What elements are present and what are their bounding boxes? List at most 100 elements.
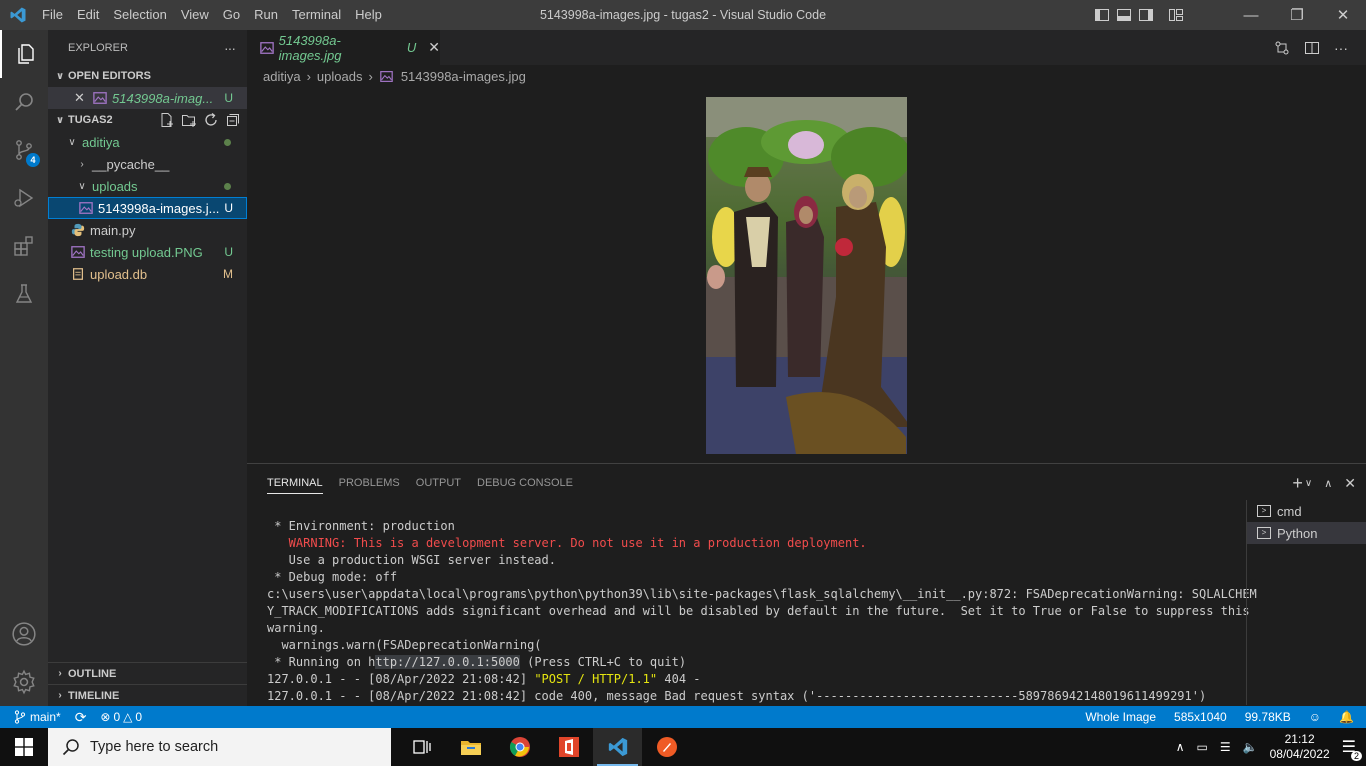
- close-editor-icon[interactable]: ✕: [74, 90, 90, 106]
- terminal-item-python[interactable]: > Python: [1247, 522, 1366, 544]
- breadcrumb-item[interactable]: 5143998a-images.jpg: [401, 69, 526, 84]
- tab-problems[interactable]: PROBLEMS: [339, 464, 400, 502]
- menu-go[interactable]: Go: [216, 0, 247, 30]
- chrome-icon[interactable]: [495, 728, 544, 766]
- image-file-icon: [92, 90, 108, 106]
- action-center-icon[interactable]: ☰ 2: [1342, 737, 1362, 761]
- testing-flask-icon[interactable]: [0, 270, 48, 318]
- file-explorer-icon[interactable]: [446, 728, 495, 766]
- manage-gear-icon[interactable]: [0, 658, 48, 706]
- terminal-line: 127.0.0.1 - - [08/Apr/2022 21:08:42] cod…: [267, 689, 1207, 703]
- branch-status[interactable]: main*: [14, 710, 61, 724]
- close-tab-icon[interactable]: ✕: [428, 39, 440, 56]
- close-panel-icon[interactable]: ✕: [1344, 475, 1356, 492]
- tree-item-main-py[interactable]: main.py: [48, 219, 247, 241]
- explorer-icon[interactable]: [0, 30, 48, 78]
- sync-icon[interactable]: ⟳: [75, 709, 87, 726]
- wifi-icon[interactable]: ☰: [1220, 740, 1231, 754]
- battery-icon[interactable]: ▭: [1197, 740, 1208, 754]
- office-app-icon[interactable]: [544, 728, 593, 766]
- menu-edit[interactable]: Edit: [70, 0, 106, 30]
- clock[interactable]: 21:12 08/04/2022: [1270, 732, 1330, 762]
- tree-item-pycache[interactable]: › __pycache__: [48, 153, 247, 175]
- activity-bar: 4: [0, 30, 48, 706]
- editor-tab-image[interactable]: 5143998a-images.jpg U ✕: [247, 30, 440, 65]
- tab-debug-console[interactable]: DEBUG CONSOLE: [477, 464, 573, 502]
- split-editor-icon[interactable]: [1304, 40, 1320, 56]
- vscode-taskbar-icon[interactable]: [593, 728, 642, 766]
- feedback-icon[interactable]: ☺: [1309, 710, 1321, 724]
- menu-run[interactable]: Run: [247, 0, 285, 30]
- open-editor-item[interactable]: ✕ 5143998a-imag... U: [48, 87, 247, 109]
- open-editors-header[interactable]: ∨ OPEN EDITORS: [48, 65, 247, 87]
- tab-terminal[interactable]: TERMINAL: [267, 464, 323, 502]
- new-terminal-icon[interactable]: +: [1292, 473, 1303, 494]
- tree-item-upload-db[interactable]: upload.db M: [48, 263, 247, 285]
- menu-help[interactable]: Help: [348, 0, 389, 30]
- menu-selection[interactable]: Selection: [106, 0, 173, 30]
- close-window-icon[interactable]: ✕: [1320, 0, 1366, 30]
- menu-view[interactable]: View: [174, 0, 216, 30]
- explorer-toolbar: [159, 112, 247, 128]
- new-file-icon[interactable]: [159, 112, 175, 128]
- volume-icon[interactable]: 🔈: [1243, 740, 1258, 754]
- tree-status: U: [224, 245, 233, 259]
- clock-date: 08/04/2022: [1269, 747, 1330, 761]
- open-changes-icon[interactable]: [1274, 40, 1290, 56]
- customize-layout-icon[interactable]: [1168, 7, 1184, 23]
- chevron-down-icon[interactable]: ∨: [1305, 478, 1312, 489]
- vscode-logo-icon: [0, 0, 35, 30]
- breadcrumb-item[interactable]: uploads: [317, 69, 363, 84]
- outline-header[interactable]: › OUTLINE: [48, 662, 247, 684]
- explorer-more-icon[interactable]: ···: [224, 40, 236, 56]
- menu-terminal[interactable]: Terminal: [285, 0, 348, 30]
- notifications-bell-icon[interactable]: 🔔: [1339, 710, 1354, 724]
- terminal-output[interactable]: * Environment: production WARNING: This …: [267, 518, 1257, 705]
- panel-tabs: TERMINAL PROBLEMS OUTPUT DEBUG CONSOLE: [247, 464, 1366, 502]
- tugas2-folder-header[interactable]: ∨ TUGAS2: [48, 109, 247, 131]
- maximize-panel-icon[interactable]: ∧: [1324, 477, 1332, 490]
- extensions-icon[interactable]: [0, 222, 48, 270]
- tree-label: __pycache__: [92, 156, 170, 172]
- new-folder-icon[interactable]: [181, 112, 197, 128]
- tree-item-aditiya[interactable]: ∨ aditiya: [48, 131, 247, 153]
- task-view-icon[interactable]: [397, 728, 446, 766]
- tree-item-uploads[interactable]: ∨ uploads: [48, 175, 247, 197]
- terminal-list: > cmd > Python: [1246, 500, 1366, 705]
- postman-icon[interactable]: [642, 728, 691, 766]
- restore-icon[interactable]: ❐: [1274, 0, 1320, 30]
- terminal-item-cmd[interactable]: > cmd: [1247, 500, 1366, 522]
- search-placeholder: Type here to search: [90, 739, 219, 755]
- tree-item-image-file[interactable]: 5143998a-images.j... U: [48, 197, 247, 219]
- taskbar-search[interactable]: Type here to search: [48, 728, 391, 766]
- toggle-sidebar-icon[interactable]: [1094, 7, 1110, 23]
- zoom-status[interactable]: Whole Image: [1085, 710, 1156, 724]
- minimize-icon[interactable]: —: [1228, 0, 1274, 30]
- toggle-secondary-sidebar-icon[interactable]: [1138, 7, 1154, 23]
- terminal-line: WARNING: This is a development server. D…: [267, 536, 867, 550]
- windows-start-icon[interactable]: [0, 728, 48, 766]
- terminal-line: * Running on http://127.0.0.1:5000 (Pres…: [267, 654, 1237, 671]
- menu-file[interactable]: File: [35, 0, 70, 30]
- terminal-line: * Debug mode: off: [267, 570, 398, 584]
- search-icon[interactable]: [0, 78, 48, 126]
- breadcrumb-item[interactable]: aditiya: [263, 69, 301, 84]
- timeline-header[interactable]: › TIMELINE: [48, 684, 247, 706]
- more-actions-icon[interactable]: ···: [1334, 40, 1348, 56]
- source-control-icon[interactable]: 4: [0, 126, 48, 174]
- status-right: Whole Image 585x1040 99.78KB ☺ 🔔: [1085, 710, 1366, 724]
- tree-item-testing-upload[interactable]: testing upload.PNG U: [48, 241, 247, 263]
- server-url-link[interactable]: ttp://127.0.0.1:5000: [375, 655, 520, 669]
- modified-dot-icon: [224, 138, 231, 146]
- run-debug-icon[interactable]: [0, 174, 48, 222]
- refresh-icon[interactable]: [203, 112, 219, 128]
- chevron-up-icon[interactable]: ∧: [1176, 740, 1185, 754]
- collapse-all-icon[interactable]: [225, 112, 241, 128]
- database-file-icon: [70, 266, 86, 282]
- python-file-icon: [70, 222, 86, 238]
- terminal-line: c:\users\user\appdata\local\programs\pyt…: [267, 587, 1257, 601]
- accounts-icon[interactable]: [0, 610, 48, 658]
- problems-status[interactable]: ⊗ 0 △ 0: [100, 710, 142, 724]
- toggle-panel-icon[interactable]: [1116, 7, 1132, 23]
- tab-output[interactable]: OUTPUT: [416, 464, 461, 502]
